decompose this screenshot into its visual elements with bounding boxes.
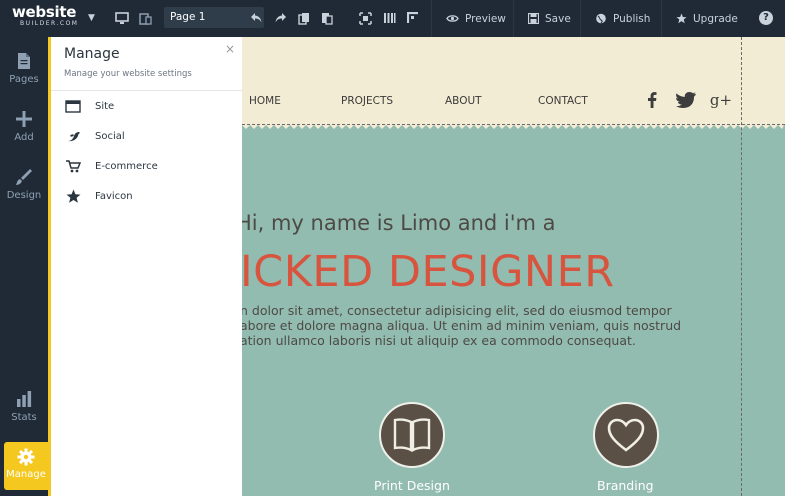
cart-icon — [65, 158, 81, 174]
upgrade-button[interactable]: Upgrade — [661, 0, 752, 37]
undo-icon[interactable] — [248, 10, 264, 26]
pages-icon — [14, 51, 34, 71]
chevron-down-icon[interactable]: ▼ — [88, 13, 95, 23]
feature-branding[interactable] — [593, 402, 659, 468]
sidebar-item-pages[interactable]: Pages — [0, 51, 48, 85]
manage-panel: Manage Manage your website settings × Si… — [51, 37, 242, 496]
hero-intro[interactable]: Hi, my name is Limo and i'm a — [242, 211, 556, 235]
sidebar-item-label: Add — [14, 132, 34, 143]
nav-home[interactable]: HOME — [249, 95, 281, 107]
sidebar-item-label: Pages — [9, 74, 39, 85]
logo-text: website — [12, 3, 77, 21]
gear-icon — [17, 448, 35, 466]
feature-label: Print Design — [374, 478, 450, 493]
publish-button[interactable]: Publish — [580, 0, 664, 37]
brush-icon — [14, 167, 34, 187]
menu-item-label: Favicon — [95, 190, 133, 202]
facebook-icon[interactable] — [645, 91, 659, 109]
site-header[interactable]: HOME PROJECTS ABOUT CONTACT g+ — [242, 37, 785, 125]
star-icon — [65, 188, 81, 204]
book-icon — [393, 418, 431, 452]
sidebar-item-add[interactable]: Add — [0, 109, 48, 143]
heart-icon — [607, 418, 645, 452]
sidebar-item-label: Design — [6, 190, 42, 201]
top-toolbar: website BUILDER.COM ▼ Page 1 Preview Sav… — [0, 0, 785, 37]
logo[interactable]: website BUILDER.COM — [12, 4, 84, 32]
menu-item-favicon[interactable]: Favicon — [51, 184, 242, 208]
hero-body-line: abore et dolore magna aliqua. Ut enim ad… — [242, 318, 682, 333]
menu-item-label: E-commerce — [95, 160, 158, 172]
feature-print-design[interactable] — [379, 402, 445, 468]
menu-item-social[interactable]: Social — [51, 124, 242, 148]
left-sidebar: Pages Add Design Stats Manage — [0, 37, 48, 496]
mobile-view-icon[interactable] — [137, 10, 153, 26]
hero-body-line: n dolor sit amet, consectetur adipisicin… — [242, 303, 672, 318]
menu-item-label: Site — [95, 100, 115, 112]
publish-label: Publish — [613, 12, 651, 25]
google-plus-icon[interactable]: g+ — [709, 91, 733, 109]
hero-title[interactable]: ICKED DESIGNER — [242, 247, 615, 297]
google-plus-label: g+ — [709, 91, 733, 109]
nav-contact[interactable]: CONTACT — [538, 95, 588, 107]
hero-body-line: ation ullamco laboris nisi ut aliquip ex… — [242, 333, 636, 348]
menu-item-label: Social — [95, 130, 125, 142]
copy-icon[interactable] — [296, 10, 312, 26]
upgrade-label: Upgrade — [693, 12, 738, 25]
sidebar-item-label: Manage — [6, 469, 46, 480]
sidebar-item-manage[interactable]: Manage — [4, 442, 48, 490]
site-canvas[interactable]: HOME PROJECTS ABOUT CONTACT g+ Hi, my na… — [242, 37, 785, 496]
bird-icon — [65, 128, 81, 144]
redo-icon[interactable] — [272, 10, 288, 26]
column-guide-line — [741, 37, 742, 496]
logo-subtext: BUILDER.COM — [20, 20, 79, 27]
close-icon[interactable]: × — [224, 43, 236, 55]
desktop-view-icon[interactable] — [114, 10, 130, 26]
sidebar-item-stats[interactable]: Stats — [0, 389, 48, 423]
preview-button[interactable]: Preview — [431, 0, 520, 37]
paste-icon[interactable] — [319, 10, 335, 26]
star-icon — [676, 13, 687, 24]
floppy-icon — [528, 13, 539, 24]
feature-label: Branding — [597, 478, 654, 493]
columns-icon[interactable] — [381, 10, 397, 26]
twitter-icon[interactable] — [675, 91, 697, 109]
sidebar-item-label: Stats — [11, 412, 37, 423]
sidebar-item-design[interactable]: Design — [0, 167, 48, 201]
divider — [51, 90, 242, 91]
corner-icon[interactable] — [405, 10, 421, 26]
menu-item-ecommerce[interactable]: E-commerce — [51, 154, 242, 178]
globe-icon — [596, 13, 606, 24]
eye-icon — [446, 15, 459, 22]
nav-about[interactable]: ABOUT — [445, 95, 482, 107]
panel-subtitle: Manage your website settings — [64, 69, 192, 79]
window-icon — [65, 98, 81, 114]
section-guide-line — [242, 124, 785, 125]
save-label: Save — [545, 12, 571, 25]
nav-projects[interactable]: PROJECTS — [341, 95, 393, 107]
panel-title: Manage — [64, 46, 120, 62]
menu-item-site[interactable]: Site — [51, 94, 242, 118]
select-area-icon[interactable] — [357, 10, 373, 26]
preview-label: Preview — [465, 12, 506, 25]
save-button[interactable]: Save — [513, 0, 585, 37]
help-icon[interactable]: ? — [759, 11, 773, 25]
hero-body[interactable]: n dolor sit amet, consectetur adipisicin… — [242, 303, 700, 348]
plus-icon — [14, 109, 34, 129]
stats-icon — [14, 389, 34, 409]
